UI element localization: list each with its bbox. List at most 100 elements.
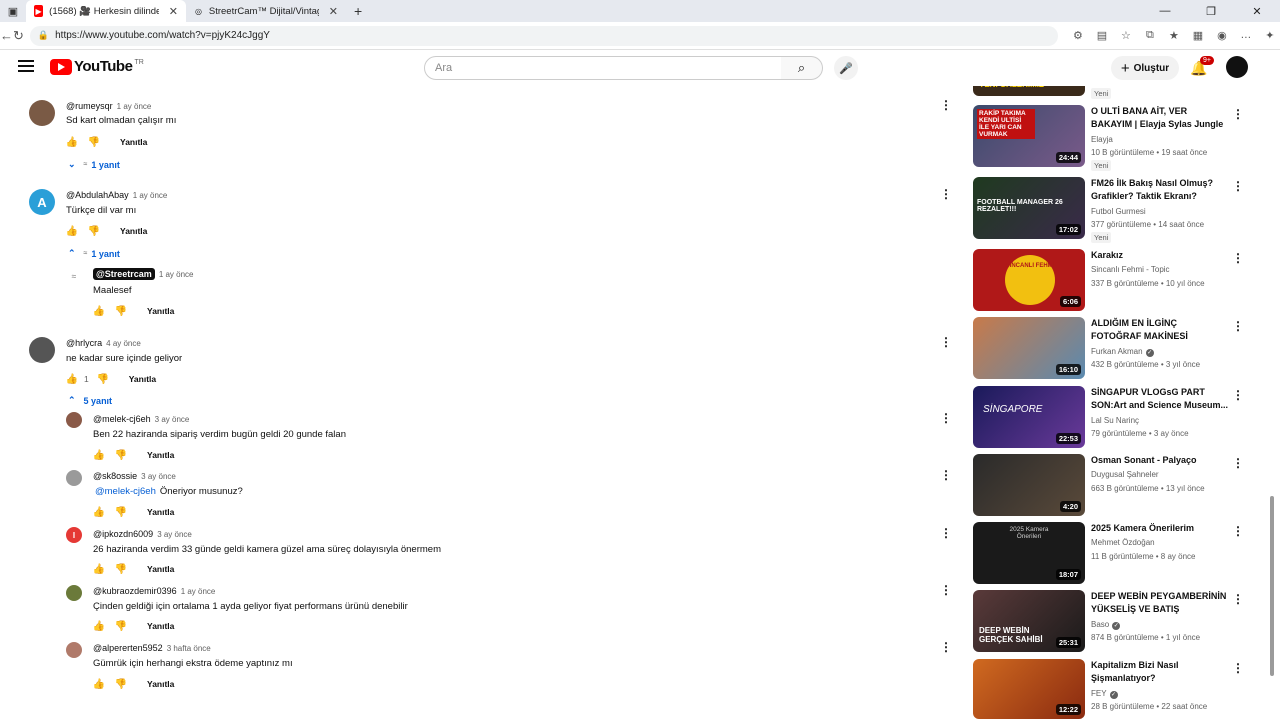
video-item[interactable]: SİNCANLI FEHMİ 6:06 Karakız Sincanlı Feh…: [972, 249, 1262, 313]
comment-options-icon[interactable]: ⋮: [940, 411, 952, 425]
video-thumbnail[interactable]: SİNCANLI FEHMİ 6:06: [973, 249, 1085, 311]
video-thumbnail[interactable]: 4:20: [973, 454, 1085, 516]
comment-options-icon[interactable]: ⋮: [940, 98, 952, 112]
create-button[interactable]: + Oluştur: [1111, 56, 1179, 80]
show-replies-button[interactable]: ⌄ ≈1 yanıt: [68, 159, 120, 170]
avatar[interactable]: ≈: [66, 268, 82, 284]
video-options-icon[interactable]: ⋮: [1232, 179, 1244, 193]
avatar[interactable]: [66, 412, 82, 428]
like-icon[interactable]: 👍: [66, 373, 78, 385]
video-thumbnail[interactable]: 2025 Kamera Önerileri 18:07: [973, 522, 1085, 584]
dislike-icon[interactable]: 👎: [97, 373, 109, 385]
video-item[interactable]: RAKİP TAKIMA KENDİ ULTİSİ İLE YARI CAN V…: [972, 105, 1262, 171]
video-options-icon[interactable]: ⋮: [1232, 319, 1244, 333]
comment-options-icon[interactable]: ⋮: [940, 187, 952, 201]
comment-author[interactable]: @melek-cj6eh 3 ay önce: [93, 414, 189, 424]
new-tab-button[interactable]: +: [346, 3, 370, 19]
avatar[interactable]: A: [29, 189, 55, 215]
reply-button[interactable]: Yanıtla: [129, 374, 156, 384]
video-options-icon[interactable]: ⋮: [1232, 592, 1244, 606]
comment-author[interactable]: @AbdulahAbay 1 ay önce: [66, 190, 167, 200]
video-thumbnail[interactable]: YENİ GALERİMİZ: [973, 86, 1085, 96]
avatar[interactable]: [29, 337, 55, 363]
video-channel[interactable]: Elayja: [1091, 135, 1113, 144]
dislike-icon[interactable]: 👎: [88, 136, 100, 148]
profile-icon[interactable]: ◉: [1210, 29, 1234, 42]
dislike-icon[interactable]: 👎: [115, 678, 127, 690]
video-thumbnail[interactable]: 16:10: [973, 317, 1085, 379]
comment-author[interactable]: @sk8ossie 3 ay önce: [93, 471, 176, 481]
reply-button[interactable]: Yanıtla: [147, 621, 174, 631]
video-options-icon[interactable]: ⋮: [1232, 524, 1244, 538]
video-title[interactable]: FM26 İlk Bakış Nasıl Olmuş? Grafikler? T…: [1091, 177, 1229, 203]
video-thumbnail[interactable]: 12:22: [973, 659, 1085, 719]
url-field[interactable]: 🔒 https://www.youtube.com/watch?v=pjyK24…: [29, 25, 1058, 46]
dislike-icon[interactable]: 👎: [88, 225, 100, 237]
like-icon[interactable]: 👍: [66, 225, 78, 237]
avatar[interactable]: [66, 470, 82, 486]
video-channel[interactable]: Baso ✓: [1091, 620, 1121, 630]
like-icon[interactable]: 👍: [93, 449, 105, 461]
dislike-icon[interactable]: 👎: [115, 305, 127, 317]
video-title[interactable]: O ULTİ BANA AİT, VER BAKAYIM | Elayja Sy…: [1091, 105, 1229, 131]
video-title[interactable]: 2025 Kamera Önerilerim: [1091, 522, 1229, 535]
video-options-icon[interactable]: ⋮: [1232, 388, 1244, 402]
copilot-icon[interactable]: ✦: [1258, 29, 1280, 42]
comment-author[interactable]: @Streetrcam 1 ay önce: [93, 268, 194, 280]
video-options-icon[interactable]: ⋮: [1232, 251, 1244, 265]
maximize-icon[interactable]: ❐: [1188, 5, 1234, 18]
close-tab-icon[interactable]: ✕: [329, 5, 338, 18]
like-icon[interactable]: 👍: [93, 305, 105, 317]
video-channel[interactable]: Lal Su Narinç: [1091, 416, 1139, 425]
search-input[interactable]: Ara: [424, 56, 782, 80]
reply-button[interactable]: Yanıtla: [147, 564, 174, 574]
video-channel[interactable]: FEY ✓: [1091, 689, 1118, 699]
scrollbar-thumb[interactable]: [1270, 496, 1274, 676]
comment-options-icon[interactable]: ⋮: [940, 640, 952, 654]
hide-replies-button[interactable]: ⌃ ≈1 yanıt: [68, 248, 120, 259]
comment-options-icon[interactable]: ⋮: [940, 335, 952, 349]
video-thumbnail[interactable]: DEEP WEBİN GERÇEK SAHİBİ 25:31: [973, 590, 1085, 652]
comment-author[interactable]: @ipkozdn6009 3 ay önce: [93, 529, 192, 539]
comment-author[interactable]: @kubraozdemir0396 1 ay önce: [93, 586, 215, 596]
menu-icon[interactable]: [18, 60, 34, 74]
voice-search-button[interactable]: 🎤: [834, 56, 858, 80]
like-icon[interactable]: 👍: [66, 136, 78, 148]
avatar[interactable]: [66, 585, 82, 601]
mention-link[interactable]: @melek-cj6eh: [95, 486, 156, 497]
video-item[interactable]: 2025 Kamera Önerileri 18:07 2025 Kamera …: [972, 522, 1262, 586]
avatar[interactable]: [29, 100, 55, 126]
reply-button[interactable]: Yanıtla: [147, 450, 174, 460]
comment-author[interactable]: @hrlycra 4 ay önce: [66, 338, 141, 348]
video-title[interactable]: Karakız: [1091, 249, 1229, 262]
video-item[interactable]: FOOTBALL MANAGER 26 REZALET!!! 17:02 FM2…: [972, 177, 1262, 243]
like-icon[interactable]: 👍: [93, 506, 105, 518]
dislike-icon[interactable]: 👎: [115, 563, 127, 575]
video-options-icon[interactable]: ⋮: [1232, 456, 1244, 470]
reply-button[interactable]: Yanıtla: [147, 507, 174, 517]
hide-replies-button[interactable]: ⌃ 5 yanıt: [68, 395, 112, 406]
like-icon[interactable]: 👍: [93, 678, 105, 690]
video-item[interactable]: DEEP WEBİN GERÇEK SAHİBİ 25:31 DEEP WEBİ…: [972, 590, 1262, 654]
reader-icon[interactable]: ▤: [1090, 29, 1114, 42]
close-window-icon[interactable]: ✕: [1234, 5, 1280, 18]
video-channel[interactable]: Furkan Akman ✓: [1091, 347, 1154, 357]
video-channel[interactable]: Sincanlı Fehmi - Topic: [1091, 265, 1170, 274]
reload-icon[interactable]: ↻: [13, 28, 24, 44]
avatar[interactable]: I: [66, 527, 82, 543]
minimize-icon[interactable]: —: [1142, 5, 1188, 18]
browser-tab-streetrcam[interactable]: ◎ StreetrCam™ Dijital/Vintage Kam... ✕: [186, 0, 346, 22]
reply-button[interactable]: Yanıtla: [147, 306, 174, 316]
video-options-icon[interactable]: ⋮: [1232, 661, 1244, 675]
reply-button[interactable]: Yanıtla: [147, 679, 174, 689]
video-thumbnail[interactable]: FOOTBALL MANAGER 26 REZALET!!! 17:02: [973, 177, 1085, 239]
video-title[interactable]: Kapitalizm Bizi Nasıl Şişmanlatıyor?: [1091, 659, 1229, 685]
notifications-button[interactable]: 🔔 9+: [1190, 56, 1214, 77]
page-scrollbar[interactable]: [1268, 86, 1276, 720]
video-title[interactable]: SİNGAPUR VLOGsG PART SON:Art and Science…: [1091, 386, 1229, 412]
comment-options-icon[interactable]: ⋮: [940, 583, 952, 597]
video-item[interactable]: SİNGAPORE 22:53 SİNGAPUR VLOGsG PART SON…: [972, 386, 1262, 450]
video-title[interactable]: DEEP WEBİN PEYGAMBERİNİN YÜKSELİŞ VE BAT…: [1091, 590, 1229, 616]
comment-author[interactable]: @rumeysqr 1 ay önce: [66, 101, 151, 111]
reply-button[interactable]: Yanıtla: [120, 226, 147, 236]
